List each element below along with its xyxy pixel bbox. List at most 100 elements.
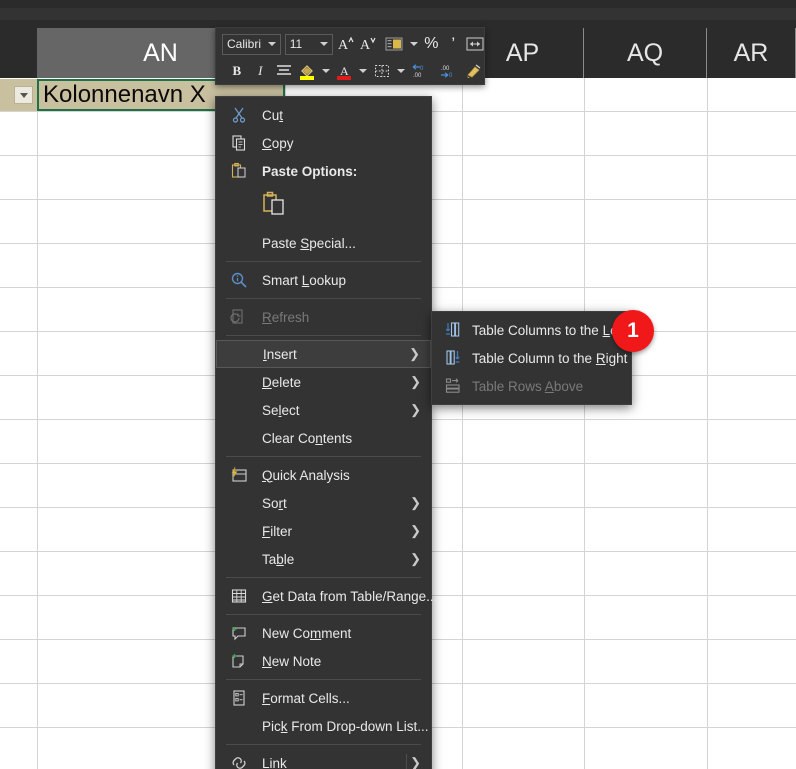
decrease-font-size-icon[interactable]: A — [358, 33, 378, 55]
menu-separator — [226, 298, 421, 299]
menu-separator — [226, 614, 421, 615]
center-align-icon[interactable] — [273, 60, 295, 82]
mini-toolbar-row-1: Calibri 11 A A % ’ — [216, 31, 486, 57]
svg-text:.00: .00 — [413, 73, 422, 78]
quick-analysis-icon — [230, 466, 248, 484]
font-color-icon[interactable]: A — [334, 60, 356, 82]
menu-item-pick-from-drop-down-list[interactable]: Pick From Drop-down List... — [216, 712, 431, 740]
menu-item-table[interactable]: Table ❯ — [216, 545, 431, 573]
submenu-item-table-columns-to-the-left[interactable]: Table Columns to the Left — [432, 316, 631, 344]
chevron-right-icon: ❯ — [410, 551, 421, 566]
svg-text:0: 0 — [420, 66, 424, 72]
insert-column-right-icon — [444, 349, 462, 367]
menu-item-copy[interactable]: Copy — [216, 129, 431, 157]
accounting-format-dropdown-icon[interactable] — [409, 33, 420, 55]
menu-item-get-data-from-table-range[interactable]: Get Data from Table/Range... — [216, 582, 437, 610]
chevron-down-icon — [267, 42, 276, 46]
borders-dropdown-icon[interactable] — [395, 60, 407, 82]
menu-item-smart-lookup[interactable]: Smart Lookup — [216, 266, 431, 294]
menu-item-new-comment[interactable]: New Comment — [216, 619, 431, 647]
window-top-band-inner — [0, 8, 796, 20]
increase-decimal-icon[interactable]: .00 0 — [436, 60, 461, 82]
chevron-right-icon: ❯ — [409, 346, 420, 361]
menu-item-link[interactable]: Link ❯ — [216, 749, 431, 769]
chevron-right-icon: ❯ — [410, 755, 421, 769]
menu-item-cut[interactable]: Cut — [216, 101, 431, 129]
menu-item-label: New Comment — [262, 625, 352, 641]
new-comment-icon — [230, 624, 248, 642]
clipboard-icon — [230, 162, 248, 180]
decrease-decimal-icon[interactable]: 0 .00 — [409, 60, 434, 82]
new-note-icon — [230, 652, 248, 670]
filter-dropdown-icon[interactable] — [14, 86, 33, 104]
magnifier-info-icon — [230, 271, 248, 289]
menu-item-label: Delete — [262, 374, 302, 390]
menu-item-paste-options[interactable]: Paste Options: — [216, 157, 431, 185]
menu-separator — [226, 577, 421, 578]
menu-separator — [226, 744, 421, 745]
step-badge: 1 — [612, 310, 654, 352]
borders-icon[interactable] — [371, 60, 393, 82]
menu-item-filter[interactable]: Filter ❯ — [216, 517, 431, 545]
menu-separator — [226, 679, 421, 680]
paste-keep-source-formatting-icon[interactable] — [262, 191, 288, 219]
menu-item-quick-analysis[interactable]: Quick Analysis — [216, 461, 431, 489]
refresh-icon — [230, 308, 248, 326]
column-header-ar[interactable]: AR — [707, 28, 796, 78]
format-painter-icon[interactable] — [463, 60, 485, 82]
submenu-item-label: Table Rows Above — [472, 378, 584, 394]
paste-options-gallery[interactable] — [216, 185, 431, 229]
merge-and-center-icon[interactable] — [465, 33, 485, 55]
menu-item-label: Get Data from Table/Range... — [262, 588, 438, 604]
submenu-item-table-column-to-the-right[interactable]: Table Column to the Right — [432, 344, 631, 372]
menu-item-label: Pick From Drop-down List... — [262, 718, 429, 734]
percent-style-icon[interactable]: % — [422, 33, 442, 55]
menu-item-label: Quick Analysis — [262, 467, 350, 483]
menu-item-label: Cut — [262, 107, 284, 123]
font-size-combo[interactable]: 11 — [284, 33, 333, 55]
mini-toolbar[interactable]: Calibri 11 A A % ’ B I A 0 .00 .00 0 — [215, 27, 485, 85]
column-header-aq[interactable]: AQ — [584, 28, 707, 78]
chevron-down-icon — [319, 42, 328, 46]
menu-item-sort[interactable]: Sort ❯ — [216, 489, 431, 517]
menu-item-label: Paste Special... — [262, 235, 356, 251]
menu-item-label: New Note — [262, 653, 322, 669]
insert-column-left-icon — [444, 321, 462, 339]
chevron-right-icon: ❯ — [410, 523, 421, 538]
menu-item-paste-special[interactable]: Paste Special... — [216, 229, 431, 257]
fill-color-dropdown-icon[interactable] — [320, 60, 332, 82]
format-cells-icon — [230, 689, 248, 707]
menu-item-label: Clear Contents — [262, 430, 353, 446]
menu-item-delete[interactable]: Delete ❯ — [216, 368, 431, 396]
comma-style-icon[interactable]: ’ — [443, 33, 463, 55]
font-color-dropdown-icon[interactable] — [357, 60, 369, 82]
menu-item-select[interactable]: Select ❯ — [216, 396, 431, 424]
italic-icon[interactable]: I — [250, 60, 272, 82]
menu-item-label: Paste Options: — [262, 163, 358, 179]
submenu-item-label: Table Column to the Right — [472, 350, 628, 366]
font-color-swatch — [336, 76, 351, 80]
font-name-value: Calibri — [227, 37, 262, 51]
grid-column-line — [37, 78, 38, 769]
excel-window: ANAOAPAQAR Kolonnenavn X Calibri 11 A A — [0, 0, 796, 769]
menu-item-insert[interactable]: Insert ❯ — [216, 340, 431, 368]
menu-item-label: Copy — [262, 135, 294, 151]
bold-icon[interactable]: B — [226, 60, 248, 82]
menu-item-label: Format Cells... — [262, 690, 350, 706]
svg-text:.00: .00 — [441, 66, 450, 72]
menu-item-label: Filter — [262, 523, 293, 539]
cell-context-menu[interactable]: Cut Copy Paste Options: Paste Special... Sma… — [215, 96, 437, 769]
menu-item-format-cells[interactable]: Format Cells... — [216, 684, 431, 712]
increase-font-size-icon[interactable]: A — [337, 33, 357, 55]
insert-submenu[interactable]: Table Columns to the Left Table Column to… — [431, 311, 632, 405]
menu-item-label: Sort — [262, 495, 287, 511]
link-icon — [230, 754, 248, 769]
fill-color-icon[interactable] — [297, 60, 319, 82]
menu-item-label: Refresh — [262, 309, 310, 325]
menu-item-label: Table — [262, 551, 295, 567]
menu-item-clear-contents[interactable]: Clear Contents — [216, 424, 431, 452]
accounting-number-format-icon[interactable] — [383, 33, 406, 55]
menu-separator — [226, 456, 421, 457]
menu-item-new-note[interactable]: New Note — [216, 647, 431, 675]
font-name-combo[interactable]: Calibri — [222, 33, 281, 55]
